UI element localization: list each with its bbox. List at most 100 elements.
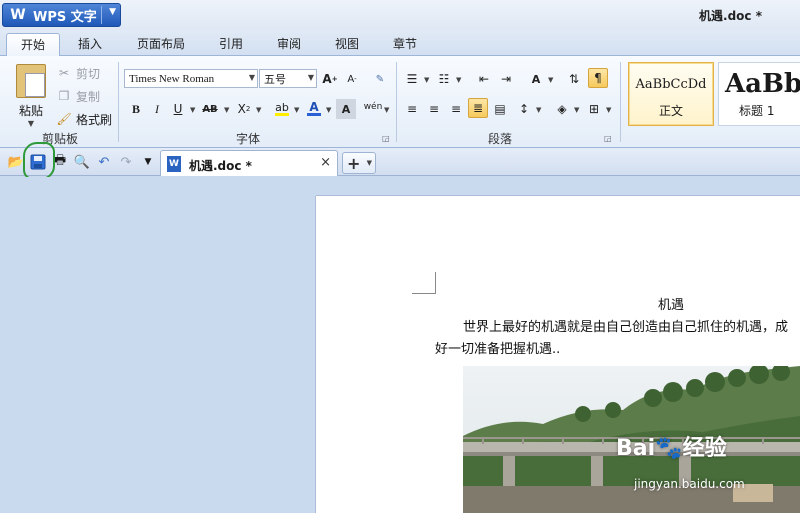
tab-review[interactable]: 审阅 — [268, 33, 310, 56]
underline-icon[interactable]: U — [168, 99, 188, 119]
align-center-icon[interactable]: ≡ — [424, 99, 444, 119]
clear-format-icon[interactable]: ✎ — [370, 69, 390, 89]
undo-icon[interactable]: ↶ — [94, 152, 114, 172]
chevron-down-icon[interactable]: ▼ — [326, 106, 331, 114]
tab-page-layout[interactable]: 页面布局 — [128, 33, 194, 56]
chevron-down-icon[interactable]: ▼ — [256, 106, 261, 114]
print-preview-icon[interactable]: 🔍 — [72, 152, 92, 172]
highlight-bar — [275, 113, 289, 116]
tab-insert[interactable]: 插入 — [68, 33, 112, 56]
strikethrough-icon[interactable]: AB — [200, 99, 220, 119]
brush-icon: 🖌 — [56, 112, 72, 126]
font-family-select[interactable]: Times New Roman ▼ — [124, 69, 258, 88]
tab-view[interactable]: 视图 — [326, 33, 368, 56]
ribbon-tab-bar: 开始 插入 页面布局 引用 审阅 视图 章节 — [0, 30, 800, 56]
paw-icon: 🐾 — [655, 436, 683, 461]
format-painter-button[interactable]: 🖌 格式刷 — [56, 109, 112, 129]
chevron-down-icon[interactable]: ▼ — [606, 106, 611, 114]
app-name: WPS 文字 — [33, 9, 97, 25]
document-line-2: 好一切准备把握机遇.. — [435, 342, 561, 357]
app-menu-button[interactable]: W WPS 文字 ▼ — [2, 3, 121, 27]
scissors-icon: ✂ — [58, 66, 70, 80]
margin-corner-mark — [412, 272, 436, 294]
watermark-suffix: 经验 — [682, 436, 727, 461]
paste-label: 粘贴 — [18, 104, 43, 118]
distributed-align-icon[interactable]: ▤ — [490, 99, 510, 119]
font-color-bar — [307, 113, 321, 116]
align-right-icon[interactable]: ≡ — [446, 99, 466, 119]
chevron-down-icon[interactable]: ▼ — [536, 106, 541, 114]
copy-button[interactable]: ❐ 复制 — [56, 86, 100, 106]
style-name: 标题 1 — [739, 104, 775, 118]
borders-icon[interactable]: ⊞ — [584, 99, 604, 119]
superscript-icon[interactable]: X2 — [234, 99, 254, 119]
style-gallery: AaBbCcDd 正文 AaBb 标题 1 — [626, 62, 800, 126]
show-formatting-icon[interactable]: ¶ — [588, 68, 608, 88]
customize-toolbar-icon[interactable]: ▼ — [138, 152, 158, 172]
chevron-down-icon[interactable]: ▼ — [109, 7, 116, 17]
window-document-title: 机遇.doc * — [699, 9, 762, 23]
font-group-label: 字体 — [236, 132, 261, 146]
shading-icon[interactable]: ◈ — [552, 99, 572, 119]
chevron-down-icon[interactable]: ▼ — [294, 106, 299, 114]
style-sample: AaBb — [725, 69, 800, 99]
highlight-color-icon[interactable]: ab — [272, 97, 292, 117]
align-left-icon[interactable]: ≡ — [402, 99, 422, 119]
style-heading-1[interactable]: AaBb 标题 1 — [718, 62, 800, 126]
chevron-down-icon[interactable]: ▼ — [456, 76, 461, 84]
decrease-indent-icon[interactable]: ⇤ — [474, 69, 494, 89]
font-size-select[interactable]: 五号 ▼ — [259, 69, 317, 88]
divider — [118, 62, 119, 142]
phonetic-guide-icon[interactable]: wén — [360, 97, 386, 117]
paste-icon — [16, 64, 46, 98]
document-line-1: 世界上最好的机遇就是由自己创造由自己抓住的机遇，成 — [463, 320, 789, 335]
increase-indent-icon[interactable]: ⇥ — [496, 69, 516, 89]
paste-button[interactable]: 粘贴 ▼ — [10, 62, 52, 128]
document-tab[interactable]: W 机遇.doc * × — [160, 150, 338, 176]
chevron-down-icon[interactable]: ▼ — [10, 119, 52, 128]
numbered-list-icon[interactable]: ☷ — [434, 69, 454, 89]
copy-label: 复制 — [76, 89, 101, 104]
plus-icon: + — [347, 154, 361, 173]
close-icon[interactable]: × — [320, 155, 331, 170]
paragraph-dialog-launcher-icon[interactable]: ◲ — [604, 134, 612, 143]
chevron-down-icon[interactable]: ▼ — [190, 106, 195, 114]
font-family-value: Times New Roman — [129, 72, 215, 85]
font-color-icon[interactable]: A — [304, 97, 324, 117]
character-shading-icon[interactable]: A — [336, 99, 356, 119]
font-dialog-launcher-icon[interactable]: ◲ — [382, 134, 390, 143]
chevron-down-icon[interactable]: ▼ — [574, 106, 579, 114]
format-painter-label: 格式刷 — [76, 112, 113, 127]
chevron-down-icon[interactable]: ▼ — [384, 106, 389, 114]
chevron-down-icon[interactable]: ▼ — [224, 106, 229, 114]
chevron-down-icon[interactable]: ▼ — [424, 76, 429, 84]
chevron-down-icon[interactable]: ▼ — [308, 73, 314, 82]
document-heading: 机遇 — [658, 298, 685, 313]
sort-icon[interactable]: ⇅ — [564, 69, 584, 89]
tab-home[interactable]: 开始 — [6, 33, 60, 56]
grow-font-icon[interactable]: A + — [320, 69, 340, 89]
tab-references[interactable]: 引用 — [210, 33, 252, 56]
redo-icon[interactable]: ↷ — [116, 152, 136, 172]
cut-button[interactable]: ✂ 剪切 — [56, 63, 100, 83]
bold-icon[interactable]: B — [126, 99, 146, 119]
tab-section[interactable]: 章节 — [384, 33, 426, 56]
style-normal[interactable]: AaBbCcDd 正文 — [628, 62, 714, 126]
divider — [396, 62, 397, 142]
watermark-brand: Bai — [616, 436, 656, 461]
shrink-font-icon[interactable]: A- — [342, 69, 362, 89]
text-direction-icon[interactable]: A — [526, 69, 546, 89]
chevron-down-icon[interactable]: ▼ — [548, 76, 553, 84]
new-tab-button[interactable]: + ▼ — [342, 152, 376, 174]
word-doc-icon: W — [167, 156, 181, 172]
chevron-down-icon[interactable]: ▼ — [249, 73, 255, 82]
style-name: 正文 — [658, 104, 683, 118]
chevron-down-icon[interactable]: ▼ — [367, 159, 372, 167]
bullet-list-icon[interactable]: ☰ — [402, 69, 422, 89]
line-spacing-icon[interactable]: ↕ — [514, 99, 534, 119]
italic-icon[interactable]: I — [147, 99, 167, 119]
quick-access-toolbar: 📂 🖶 🔍 ↶ ↷ ▼ — [0, 148, 800, 176]
wps-logo-icon: W — [10, 7, 26, 23]
font-size-value: 五号 — [264, 72, 286, 86]
align-justify-icon[interactable]: ≣ — [468, 98, 488, 118]
